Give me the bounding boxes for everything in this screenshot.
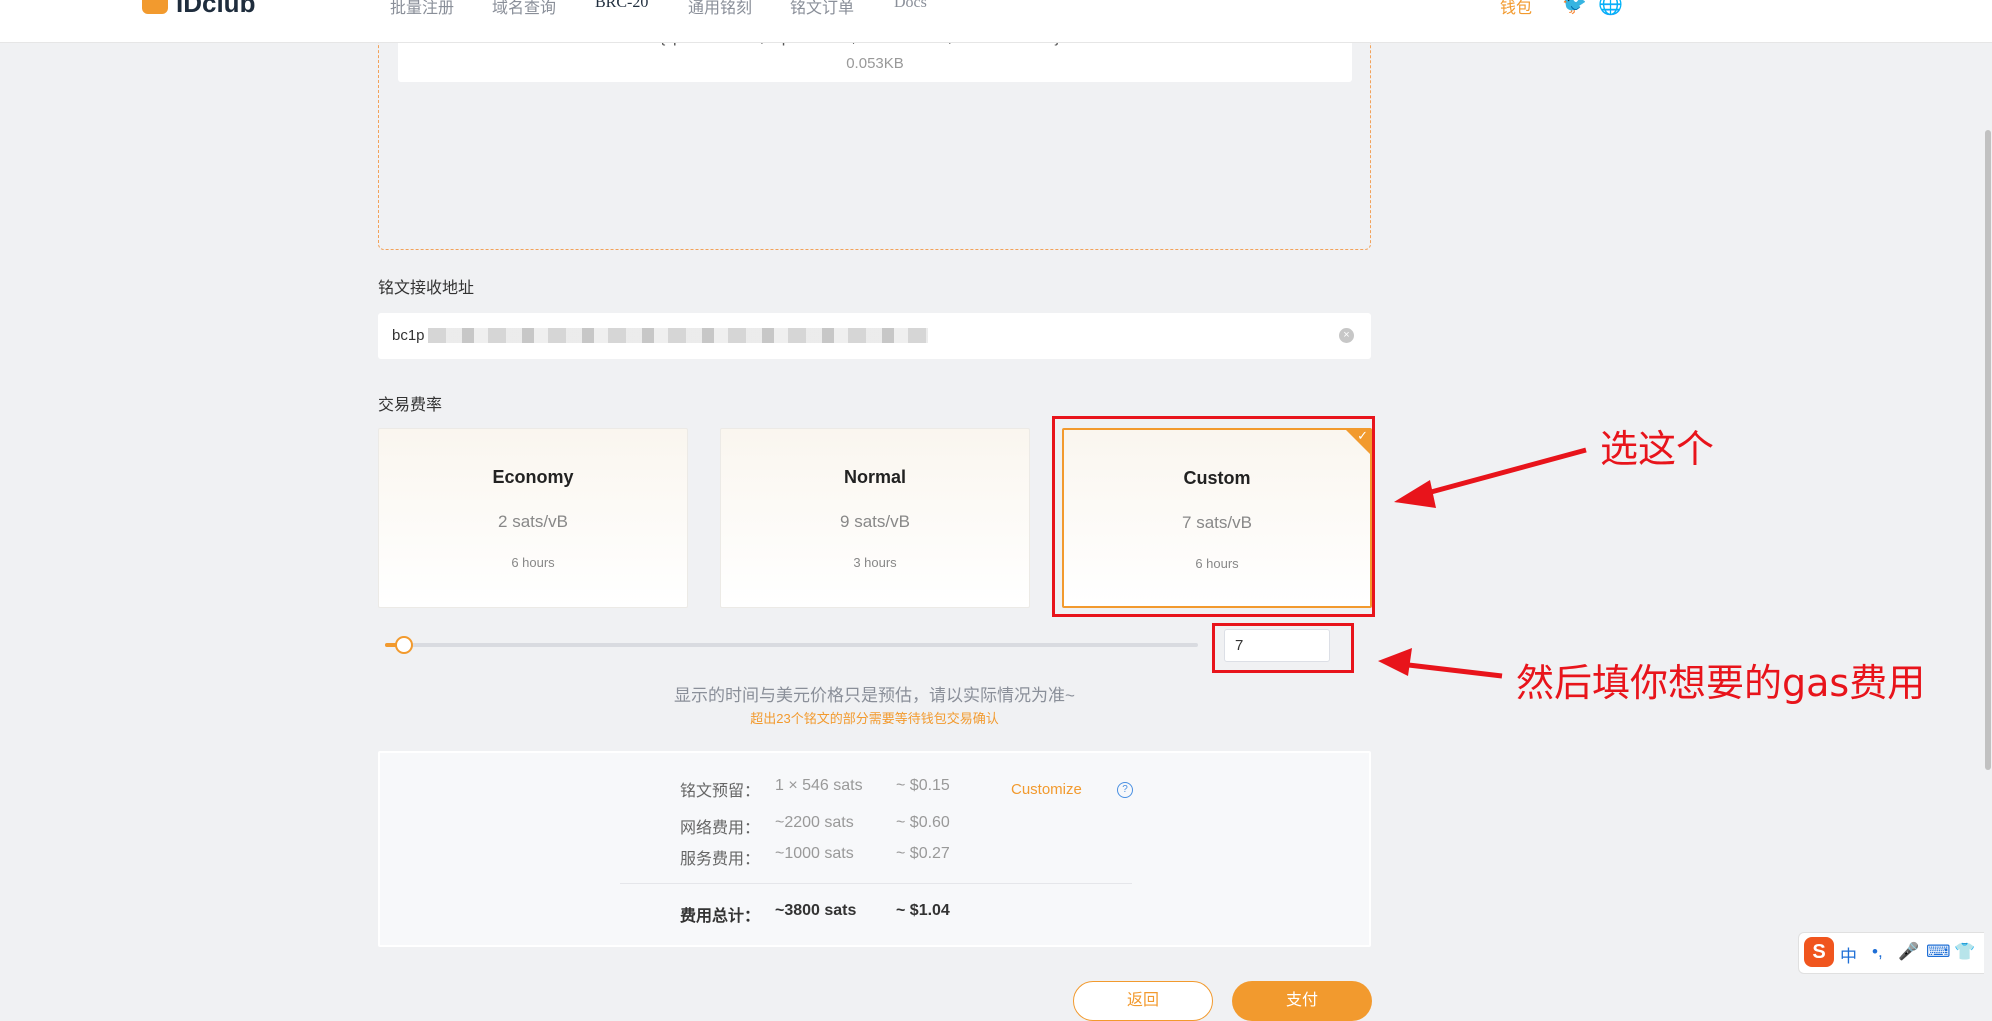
- fee-option-title: Normal: [843, 467, 906, 487]
- fee-option-title: Economy: [492, 467, 574, 487]
- nav-orders[interactable]: 铭文订单: [790, 0, 854, 18]
- nav-inscribe[interactable]: 通用铭刻: [688, 0, 752, 18]
- cost-sats-service: ~1000 sats: [775, 845, 854, 862]
- cost-usd-network: ~ $0.60: [896, 814, 950, 831]
- cost-label-network: 网络费用：: [679, 820, 760, 837]
- fee-option-economy[interactable]: Economy 2 sats/vB 6 hours: [378, 428, 688, 608]
- microphone-icon[interactable]: 🎤: [1898, 942, 1919, 962]
- inscription-size: 0.053KB: [846, 55, 904, 72]
- estimate-hint: 显示的时间与美元价格只是预估，请以实际情况为准~: [674, 686, 1075, 705]
- cost-usd-reserve: ~ $0.15: [896, 777, 950, 794]
- fee-option-time: 3 hours: [853, 555, 897, 570]
- globe-icon[interactable]: 🌐: [1598, 0, 1623, 17]
- back-button[interactable]: 返回: [1073, 981, 1213, 1021]
- cost-label-service: 服务费用：: [679, 851, 760, 868]
- nav-batch-register[interactable]: 批量注册: [390, 0, 454, 18]
- cost-label-total: 费用总计：: [679, 908, 760, 925]
- skin-icon[interactable]: 👕: [1954, 942, 1975, 962]
- address-prefix: bc1p: [392, 327, 425, 344]
- fee-option-time: 6 hours: [511, 555, 555, 570]
- cost-label-reserve: 铭文预留：: [679, 783, 760, 800]
- sogou-logo-icon[interactable]: S: [1804, 937, 1834, 967]
- clear-icon[interactable]: ×: [1339, 328, 1354, 343]
- logo[interactable]: IDclub: [176, 0, 255, 19]
- arrow-to-custom: [1394, 447, 1587, 508]
- cost-divider: [620, 883, 1132, 884]
- twitter-icon[interactable]: 🐦: [1562, 0, 1587, 17]
- cost-usd-service: ~ $0.27: [896, 845, 950, 862]
- nav-docs[interactable]: Docs: [894, 0, 927, 12]
- fee-slider-thumb[interactable]: [394, 636, 413, 654]
- annotation-box-input: [1212, 623, 1354, 673]
- nav-domain-search[interactable]: 域名查询: [492, 0, 556, 18]
- ime-punctuation-icon[interactable]: •,: [1872, 942, 1883, 962]
- arrow-to-input: [1378, 648, 1503, 679]
- pay-button[interactable]: 支付: [1232, 981, 1372, 1021]
- nav-wallet[interactable]: 钱包: [1500, 0, 1532, 18]
- ime-chinese-mode[interactable]: 中: [1840, 942, 1857, 967]
- fee-option-rate: 2 sats/vB: [498, 512, 568, 531]
- annotation-box-custom: [1052, 416, 1375, 617]
- address-blurred: [428, 328, 928, 343]
- customize-link[interactable]: Customize: [1011, 781, 1082, 798]
- cost-sats-reserve: 1 × 546 sats: [775, 777, 863, 794]
- annotation-fill-gas: 然后填你想要的gas费用: [1516, 661, 1926, 705]
- nav-brc20[interactable]: BRC-20: [595, 0, 648, 12]
- help-icon[interactable]: ?: [1117, 782, 1133, 798]
- fee-rate-label: 交易费率: [378, 397, 443, 414]
- wallet-confirm-hint: 超出23个铭文的部分需要等待钱包交易确认: [750, 711, 999, 726]
- fee-slider-track[interactable]: [385, 643, 1198, 647]
- fee-option-rate: 9 sats/vB: [840, 512, 910, 531]
- keyboard-icon[interactable]: ⌨: [1926, 942, 1951, 962]
- annotation-select-this: 选这个: [1600, 427, 1715, 471]
- scrollbar-thumb[interactable]: [1985, 130, 1991, 770]
- cost-summary: [378, 751, 1371, 947]
- fee-option-normal[interactable]: Normal 9 sats/vB 3 hours: [720, 428, 1030, 608]
- cost-sats-network: ~2200 sats: [775, 814, 854, 831]
- cost-usd-total: ~ $1.04: [896, 902, 950, 919]
- top-nav: IDclub 批量注册 域名查询 BRC-20 通用铭刻 铭文订单 Docs 钱…: [0, 0, 1992, 43]
- cost-sats-total: ~3800 sats: [775, 902, 857, 919]
- logo-icon: [142, 0, 168, 14]
- address-label: 铭文接收地址: [378, 280, 475, 297]
